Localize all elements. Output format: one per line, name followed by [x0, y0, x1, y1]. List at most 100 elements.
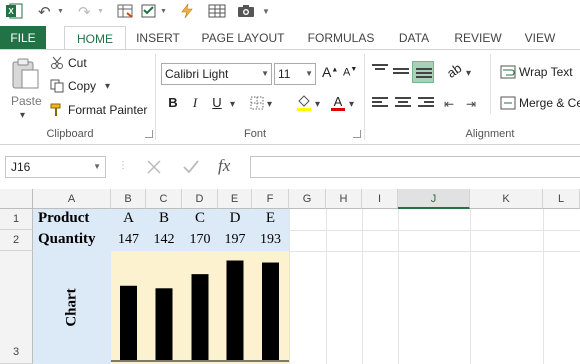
font-name-select[interactable]: Calibri Light ▼: [161, 63, 272, 85]
tab-insert[interactable]: INSERT: [132, 26, 184, 50]
cell-a3[interactable]: Chart: [33, 251, 111, 364]
tab-page-layout[interactable]: PAGE LAYOUT: [198, 26, 288, 50]
group-divider: [490, 54, 491, 114]
redo-icon[interactable]: ↷: [78, 3, 91, 21]
paste-dropdown-icon[interactable]: ▾: [20, 110, 25, 121]
cell-b1[interactable]: A: [111, 210, 146, 227]
gridline: [362, 209, 363, 364]
align-center-icon[interactable]: [395, 97, 411, 111]
undo-dropdown-icon[interactable]: ▼: [57, 8, 64, 15]
enter-icon[interactable]: [182, 159, 200, 175]
format-painter-button[interactable]: Format Painter: [68, 103, 147, 117]
merge-center-icon[interactable]: [500, 96, 516, 110]
name-box[interactable]: J16 ▼: [5, 156, 106, 178]
cell-b2[interactable]: 147: [111, 232, 146, 248]
font-color-dropdown-icon[interactable]: ▾: [349, 99, 354, 110]
flash-fill-icon[interactable]: [180, 3, 194, 19]
wrap-text-icon[interactable]: [500, 65, 516, 79]
column-header-a[interactable]: A: [33, 189, 111, 209]
orientation-icon[interactable]: ab: [444, 60, 464, 81]
paste-button[interactable]: Paste: [11, 94, 42, 108]
row-header-1[interactable]: 1: [0, 209, 33, 230]
tab-file[interactable]: FILE: [0, 26, 46, 50]
copy-dropdown-icon[interactable]: ▾: [105, 81, 110, 92]
wrap-text-button[interactable]: Wrap Text: [519, 65, 573, 79]
tab-home[interactable]: HOME: [64, 26, 126, 51]
decrease-indent-icon[interactable]: ⇤: [444, 97, 454, 111]
table-icon[interactable]: [208, 3, 226, 19]
column-header-b[interactable]: B: [111, 189, 146, 209]
tab-view[interactable]: VIEW: [520, 26, 560, 50]
font-launcher-icon[interactable]: [353, 130, 361, 138]
column-header-e[interactable]: E: [218, 189, 252, 209]
merge-center-button[interactable]: Merge & Ce: [519, 96, 580, 110]
cell-d2[interactable]: 170: [182, 232, 218, 248]
formula-bar-grip-icon[interactable]: ⋮: [118, 160, 128, 171]
align-left-icon[interactable]: [372, 97, 388, 111]
column-header-c[interactable]: C: [146, 189, 182, 209]
middle-align-icon[interactable]: [393, 68, 409, 82]
column-header-d[interactable]: D: [182, 189, 218, 209]
spreadsheet-grid[interactable]: A B C D E F G H I J K L 1 2 3 Product A …: [0, 189, 580, 364]
cell-a1[interactable]: Product: [38, 210, 89, 227]
tab-review[interactable]: REVIEW: [450, 26, 506, 50]
borders-icon[interactable]: [250, 96, 264, 110]
fill-color-icon[interactable]: [296, 94, 312, 112]
column-header-h[interactable]: H: [326, 189, 362, 209]
column-header-i[interactable]: I: [362, 189, 398, 209]
bar-c: [191, 274, 209, 360]
bar-e: [262, 262, 279, 360]
clipboard-launcher-icon[interactable]: [145, 130, 153, 138]
checklist-icon[interactable]: [141, 3, 157, 19]
column-header-g[interactable]: G: [289, 189, 326, 209]
cancel-icon[interactable]: [146, 159, 162, 175]
italic-button[interactable]: I: [185, 93, 205, 113]
cell-e2[interactable]: 197: [218, 232, 252, 248]
formula-input[interactable]: [250, 156, 580, 178]
font-color-icon[interactable]: A: [330, 94, 346, 112]
orientation-dropdown-icon[interactable]: ▾: [466, 68, 471, 79]
column-header-j[interactable]: J: [398, 189, 470, 209]
underline-dropdown-icon[interactable]: ▾: [230, 99, 235, 110]
increase-font-size-icon[interactable]: A▲: [322, 64, 338, 80]
form-icon[interactable]: [117, 3, 133, 19]
decrease-font-size-icon[interactable]: A▼: [343, 66, 357, 79]
cell-d1[interactable]: C: [182, 210, 218, 227]
column-header-l[interactable]: L: [543, 189, 580, 209]
cell-e1[interactable]: D: [218, 210, 252, 227]
fill-color-dropdown-icon[interactable]: ▾: [315, 99, 320, 110]
camera-icon[interactable]: [237, 3, 255, 19]
underline-button[interactable]: U: [207, 93, 227, 113]
row-header-2[interactable]: 2: [0, 230, 33, 251]
cut-button[interactable]: Cut: [68, 56, 87, 70]
select-all-corner[interactable]: [0, 189, 33, 209]
align-right-icon[interactable]: [418, 97, 434, 111]
tab-formulas[interactable]: FORMULAS: [304, 26, 378, 50]
copy-button[interactable]: Copy: [68, 79, 96, 93]
cell-f1[interactable]: E: [252, 210, 289, 227]
borders-dropdown-icon[interactable]: ▾: [267, 99, 272, 110]
bold-button[interactable]: B: [163, 93, 183, 113]
bottom-align-button[interactable]: [412, 61, 434, 83]
cell-f2[interactable]: 193: [252, 232, 289, 248]
redo-dropdown-icon[interactable]: ▼: [97, 8, 104, 15]
cell-a2[interactable]: Quantity: [38, 231, 96, 248]
font-size-select[interactable]: 11 ▼: [274, 63, 316, 85]
customize-toolbar-icon[interactable]: ▼: [262, 7, 270, 16]
ribbon-home: Paste ▾ Cut Copy ▾ Format Painter Clipbo…: [0, 49, 580, 145]
undo-icon[interactable]: ↶: [38, 3, 51, 21]
copy-icon[interactable]: [50, 79, 64, 93]
insert-function-icon[interactable]: fx: [218, 156, 230, 176]
tab-data[interactable]: DATA: [394, 26, 434, 50]
cell-c1[interactable]: B: [146, 210, 182, 227]
paste-icon[interactable]: [10, 58, 40, 90]
cut-icon[interactable]: [50, 56, 64, 70]
increase-indent-icon[interactable]: ⇥: [466, 97, 476, 111]
format-painter-icon[interactable]: [50, 103, 64, 117]
row-header-3[interactable]: 3: [0, 251, 33, 364]
column-header-f[interactable]: F: [252, 189, 289, 209]
top-align-icon[interactable]: [372, 64, 388, 78]
cell-c2[interactable]: 142: [146, 232, 182, 248]
checklist-dropdown-icon[interactable]: ▼: [160, 8, 167, 15]
column-header-k[interactable]: K: [470, 189, 543, 209]
